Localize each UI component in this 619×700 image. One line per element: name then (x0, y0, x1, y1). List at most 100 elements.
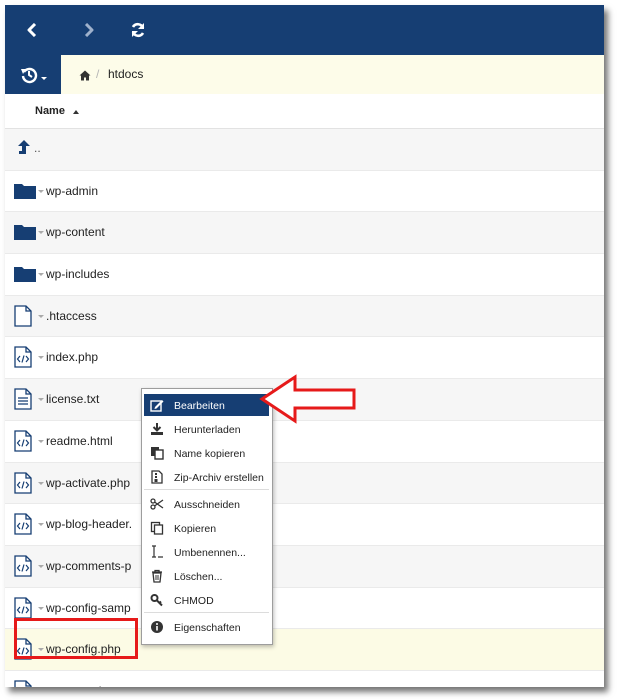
home-icon (79, 70, 91, 81)
info-icon (150, 620, 164, 634)
menu-item-eigenschaften[interactable]: Eigenschaften (144, 616, 269, 638)
history-icon (21, 67, 38, 83)
chevron-down-icon[interactable] (38, 439, 44, 443)
chevron-left-icon (27, 23, 37, 37)
home-link[interactable] (79, 68, 91, 86)
code-file-icon (14, 471, 34, 494)
menu-item-label: Name kopieren (174, 448, 246, 460)
column-name-header[interactable]: Name (35, 105, 65, 117)
chevron-down-icon (41, 77, 47, 80)
code-file-icon (14, 680, 34, 687)
file-name[interactable]: license.txt (46, 392, 99, 406)
annotation-arrow (259, 374, 356, 424)
file-name[interactable]: .htaccess (46, 309, 97, 323)
menu-item-label: Zip-Archiv erstellen (174, 472, 264, 484)
copy-name-icon (150, 446, 164, 460)
code-file-icon (14, 513, 34, 535)
context-menu: Bearbeiten Herunterladen Name kopieren Zip-… (141, 388, 273, 645)
chevron-down-icon[interactable] (38, 523, 44, 527)
file-row[interactable]: .htaccess (5, 295, 604, 338)
file-row[interactable]: wp-blog-header. (5, 504, 604, 546)
chevron-down-icon[interactable] (38, 273, 44, 277)
folder-icon (14, 224, 36, 246)
file-name[interactable]: index.php (46, 350, 98, 364)
chevron-down-icon[interactable] (38, 231, 44, 235)
menu-item-kopieren[interactable]: Kopieren (144, 517, 269, 539)
toolbar (5, 5, 604, 55)
breadcrumb-separator: / (96, 67, 100, 81)
chevron-down-icon[interactable] (38, 564, 44, 568)
file-name[interactable]: wp-activate.php (46, 476, 130, 490)
menu-item-bearbeiten[interactable]: Bearbeiten (144, 394, 269, 416)
menu-item-label: Kopieren (174, 523, 217, 535)
menu-item-chmod[interactable]: CHMOD (144, 589, 269, 611)
file-name[interactable]: wp-config-samp (46, 601, 131, 615)
code-file-icon (14, 346, 34, 369)
file-icon (14, 305, 34, 327)
chevron-down-icon[interactable] (38, 189, 44, 193)
menu-item-umbenennen[interactable]: Umbenennen... (144, 541, 269, 563)
refresh-button[interactable] (120, 5, 156, 55)
parent-directory-row[interactable]: .. (5, 129, 604, 171)
breadcrumb-current[interactable]: htdocs (108, 67, 143, 81)
file-row[interactable]: wp-cron.php (5, 671, 604, 687)
code-file-icon (14, 430, 34, 452)
file-name[interactable]: wp-includes (46, 267, 109, 281)
copy-icon (150, 521, 164, 535)
chevron-down-icon[interactable] (38, 606, 44, 610)
menu-divider (144, 489, 269, 490)
key-icon (150, 593, 164, 607)
file-row[interactable]: wp-includes (5, 254, 604, 296)
menu-item-herunterladen[interactable]: Herunterladen (144, 418, 269, 440)
menu-item-label: Herunterladen (174, 424, 241, 436)
file-row[interactable]: wp-comments-p (5, 545, 604, 588)
back-button[interactable] (14, 5, 50, 55)
file-manager-window: / htdocs Name .. wp-admin wp-content wp-inc… (5, 5, 604, 687)
folder-icon (14, 183, 36, 205)
chevron-right-icon (84, 23, 94, 37)
trash-icon (150, 569, 164, 583)
refresh-icon (131, 22, 145, 38)
file-row[interactable]: wp-content (5, 212, 604, 255)
file-name[interactable]: readme.html (46, 434, 113, 448)
scissors-icon (150, 497, 164, 511)
chevron-down-icon[interactable] (38, 356, 44, 360)
history-button[interactable] (5, 55, 61, 94)
chevron-down-icon[interactable] (38, 314, 44, 318)
menu-item-label: Löschen... (174, 571, 223, 583)
rename-icon (150, 545, 164, 559)
chevron-down-icon[interactable] (38, 398, 44, 402)
breadcrumb: / htdocs (5, 55, 604, 95)
chevron-down-icon[interactable] (38, 481, 44, 485)
menu-item-ausschneiden[interactable]: Ausschneiden (144, 493, 269, 515)
file-name[interactable]: wp-blog-header. (46, 517, 132, 531)
file-row[interactable]: wp-admin (5, 171, 604, 213)
menu-item-label: Eigenschaften (174, 622, 241, 634)
code-file-icon (14, 555, 34, 577)
download-icon (150, 422, 164, 436)
menu-item-label: Bearbeiten (174, 400, 225, 412)
menu-item-löschen[interactable]: Löschen... (144, 565, 269, 587)
menu-item-name-kopieren[interactable]: Name kopieren (144, 442, 269, 464)
column-header: Name (5, 94, 604, 129)
text-file-icon (14, 388, 34, 410)
menu-item-zip-archiv-erstellen[interactable]: Zip-Archiv erstellen (144, 466, 269, 488)
menu-item-label: Umbenennen... (174, 547, 246, 559)
file-row[interactable]: readme.html (5, 421, 604, 463)
menu-divider (144, 612, 269, 613)
file-name[interactable]: wp-cron.php (46, 684, 112, 687)
sort-ascending-icon (73, 110, 79, 114)
file-row[interactable]: index.php (5, 337, 604, 380)
file-name[interactable]: wp-admin (46, 184, 98, 198)
file-name[interactable]: .. (34, 141, 41, 155)
file-row[interactable]: wp-activate.php (5, 462, 604, 505)
file-name[interactable]: wp-comments-p (46, 559, 131, 573)
forward-button[interactable] (71, 5, 107, 55)
annotation-highlight-box (14, 618, 138, 659)
file-name[interactable]: wp-content (46, 225, 105, 239)
menu-item-label: CHMOD (174, 595, 214, 607)
folder-icon (14, 266, 36, 288)
zip-icon (150, 470, 164, 484)
code-file-icon (14, 596, 34, 619)
menu-item-label: Ausschneiden (174, 499, 240, 511)
